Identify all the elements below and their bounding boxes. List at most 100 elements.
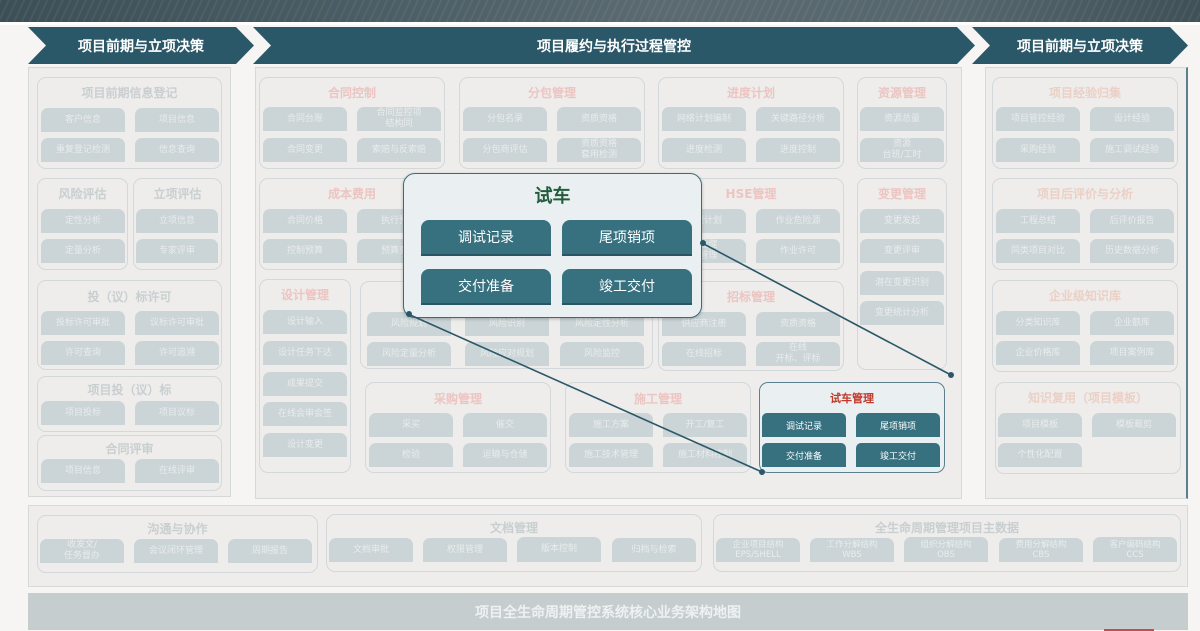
- popup-handover-prep[interactable]: 交付准备: [421, 269, 551, 305]
- group-document-management: 文档管理 文档审批 权限管理 版本控制 归档与检索: [326, 514, 702, 572]
- item-bid-permit-approval[interactable]: 投标许可审批: [41, 311, 125, 335]
- item-completion-handover[interactable]: 竣工交付: [856, 443, 940, 467]
- group-knowledge-reuse: 知识复用（项目模板） 项目模板 模板裁剪 个性化配置: [995, 382, 1181, 474]
- item-periodic-report[interactable]: 周期报告: [228, 539, 312, 563]
- item-negotiation-permit-approval[interactable]: 议标许可审批: [135, 311, 219, 335]
- item-start-resume[interactable]: 开工/复工: [663, 413, 747, 437]
- item-online-bidding[interactable]: 在线招标: [662, 342, 746, 366]
- item-contract-price[interactable]: 合同价格: [263, 209, 347, 233]
- item-permit-query[interactable]: 许可查询: [41, 341, 125, 365]
- item-construction-tech[interactable]: 施工技术管理: [569, 443, 653, 467]
- item-deliverable-submit[interactable]: 成果提交: [263, 372, 347, 396]
- item-project-summary[interactable]: 工程总结: [996, 209, 1080, 233]
- item-cbs[interactable]: 费用分解结构 CBS: [999, 538, 1083, 562]
- item-permit-trace[interactable]: 许可追溯: [135, 341, 219, 365]
- item-online-review[interactable]: 在线评审: [135, 459, 219, 483]
- item-quantitative[interactable]: 定量分析: [41, 239, 125, 263]
- item-eps[interactable]: 企业项目结构 EPS/SHELL: [716, 538, 800, 562]
- popup-completion-handover[interactable]: 竣工交付: [562, 269, 692, 305]
- item-project-info-review[interactable]: 项目信息: [41, 459, 125, 483]
- item-ccs[interactable]: 客户编码结构 CCS: [1093, 537, 1177, 562]
- item-risk-quantitative[interactable]: 风险定量分析: [367, 342, 451, 366]
- item-schedule-control[interactable]: 进度控制: [756, 138, 840, 162]
- item-project-bid[interactable]: 项目投标: [41, 401, 125, 425]
- item-permission-management[interactable]: 权限管理: [423, 538, 507, 562]
- item-expert-review[interactable]: 专家评审: [136, 239, 218, 263]
- item-change-stats[interactable]: 变更统计分析: [860, 301, 944, 325]
- item-similar-comparison[interactable]: 同类项目对比: [996, 239, 1080, 263]
- item-history-analysis[interactable]: 历史数据分析: [1090, 239, 1174, 263]
- item-logistics[interactable]: 运输与仓储: [463, 443, 547, 467]
- item-contract-change[interactable]: 合同变更: [263, 138, 347, 162]
- item-price-kb[interactable]: 企业价格库: [996, 341, 1080, 365]
- item-handover-prep[interactable]: 交付准备: [762, 443, 846, 467]
- item-duplicate-check[interactable]: 重复登记检测: [41, 138, 125, 162]
- item-project-setup-info[interactable]: 立项信息: [136, 209, 218, 233]
- item-risk-monitor[interactable]: 风险监控: [560, 342, 644, 366]
- item-post-eval-report[interactable]: 后评价报告: [1090, 209, 1174, 233]
- item-project-negotiation[interactable]: 项目议标: [135, 401, 219, 425]
- item-version-control[interactable]: 版本控制: [517, 537, 601, 562]
- item-online-bid-evaluation[interactable]: 在线 开标、评标: [756, 342, 840, 366]
- item-risk-response[interactable]: 风险应对规划: [465, 342, 549, 366]
- item-change-initiate[interactable]: 变更发起: [860, 209, 944, 233]
- item-online-signoff[interactable]: 在线会审会签: [263, 402, 347, 426]
- item-meeting-management[interactable]: 会议闭环管理: [134, 539, 218, 563]
- item-potential-change[interactable]: 潜在变更识别: [860, 271, 944, 295]
- item-design-change[interactable]: 设计变更: [263, 433, 347, 457]
- item-design-task[interactable]: 设计任务下达: [263, 341, 347, 365]
- item-project-info[interactable]: 项目信息: [135, 108, 219, 132]
- item-doc-approval[interactable]: 文档审批: [329, 538, 413, 562]
- item-subcontract-list[interactable]: 分包名录: [463, 107, 547, 131]
- item-design-input[interactable]: 设计输入: [263, 310, 347, 334]
- item-qualitative[interactable]: 定性分析: [41, 209, 125, 233]
- item-design-experience[interactable]: 设计经验: [1090, 107, 1174, 131]
- group-trial-run[interactable]: 试车管理 调试记录 尾项销项 交付准备 竣工交付: [759, 382, 945, 473]
- item-network-plan[interactable]: 网络计划编制: [662, 107, 746, 131]
- item-work-permit[interactable]: 作业许可: [756, 239, 840, 263]
- item-hazard-source[interactable]: 作业危险源: [756, 209, 840, 233]
- item-inspection[interactable]: 检验: [369, 443, 453, 467]
- item-critical-path[interactable]: 关键路径分析: [756, 107, 840, 131]
- item-project-template[interactable]: 项目模板: [998, 413, 1082, 437]
- stage-chevron-pre-project[interactable]: 项目前期与立项决策: [28, 27, 254, 64]
- item-info-query[interactable]: 信息查询: [135, 138, 219, 162]
- stage-chevron-execution[interactable]: 项目履约与执行过程管控: [253, 27, 975, 64]
- item-construction-plan[interactable]: 施工方案: [569, 413, 653, 437]
- item-commissioning-experience[interactable]: 施工调试经验: [1090, 138, 1174, 162]
- item-resource-hours[interactable]: 资源 台班/工时: [860, 138, 944, 162]
- item-contract-ledger[interactable]: 合同台账: [263, 107, 347, 131]
- item-resource-total[interactable]: 资源总量: [860, 107, 944, 131]
- item-case-kb[interactable]: 项目案例库: [1090, 341, 1174, 365]
- item-schedule-monitor[interactable]: 进度检测: [662, 138, 746, 162]
- item-document-dispatch[interactable]: 收发文/ 任务督办: [40, 539, 124, 563]
- item-category-kb[interactable]: 分类知识库: [996, 311, 1080, 335]
- stage-chevron-post-project[interactable]: 项目前期与立项决策: [972, 27, 1188, 64]
- item-bidding-qualification[interactable]: 资质资格: [756, 312, 840, 336]
- item-customer-info[interactable]: 客户信息: [41, 108, 125, 132]
- item-subcontractor-eval[interactable]: 分包商评估: [463, 138, 547, 162]
- item-template-tailor[interactable]: 模板裁剪: [1092, 413, 1176, 437]
- item-control-budget[interactable]: 控制预算: [263, 239, 347, 263]
- item-expedite[interactable]: 催交: [463, 413, 547, 437]
- item-purchase[interactable]: 采买: [369, 413, 453, 437]
- footer-title-bar: 项目全生命周期管控系统核心业务架构地图: [28, 593, 1188, 630]
- item-archive-search[interactable]: 归档与检索: [612, 538, 696, 562]
- group-title: 进度计划: [726, 86, 775, 100]
- item-change-review[interactable]: 变更评审: [860, 239, 944, 263]
- item-obs[interactable]: 组织分解结构 OBS: [904, 537, 988, 562]
- item-quota-kb[interactable]: 企业额库: [1090, 311, 1174, 335]
- item-commissioning-record[interactable]: 调试记录: [762, 413, 846, 437]
- item-material-control[interactable]: 施工材料控制: [663, 443, 747, 467]
- item-procurement-experience[interactable]: 采购经验: [996, 138, 1080, 162]
- item-qualification[interactable]: 资质资格: [557, 107, 641, 131]
- item-wbs[interactable]: 工作分解结构 WBS: [810, 538, 894, 562]
- item-punch-list[interactable]: 尾项销项: [856, 413, 940, 437]
- item-contract-monitor[interactable]: 合同监控项 结构同: [357, 107, 441, 131]
- item-personalization[interactable]: 个性化配置: [998, 443, 1082, 467]
- item-qualification-check[interactable]: 资质资格 套用检测: [557, 138, 641, 162]
- item-claims[interactable]: 索赔与反索赔: [357, 138, 441, 162]
- popup-commissioning-record[interactable]: 调试记录: [421, 220, 551, 256]
- popup-punch-list[interactable]: 尾项销项: [562, 220, 692, 256]
- item-control-experience[interactable]: 项目管控经验: [996, 107, 1080, 131]
